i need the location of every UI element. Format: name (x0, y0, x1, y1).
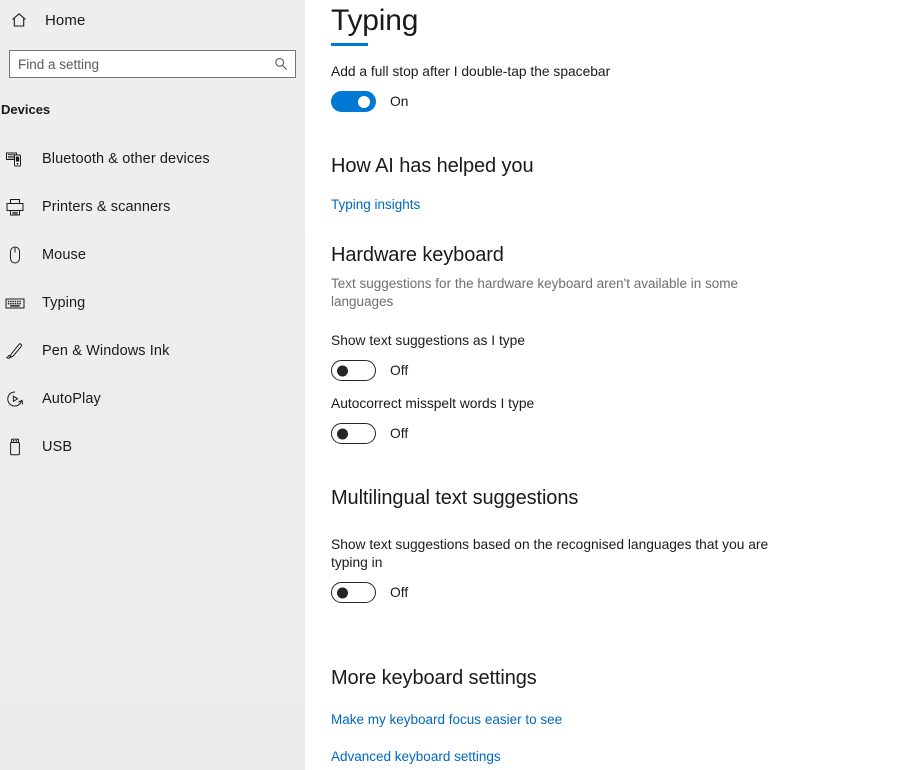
spacebar-setting-label: Add a full stop after I double-tap the s… (331, 64, 611, 79)
show-text-suggestions-state: Off (390, 363, 409, 378)
autoplay-icon (4, 388, 26, 410)
multilingual-state: Off (390, 585, 409, 600)
sidebar-item-label: AutoPlay (42, 391, 101, 407)
sidebar-item-label: Printers & scanners (42, 199, 171, 215)
sidebar-item-home[interactable]: Home (0, 5, 305, 35)
sidebar-item-label: Mouse (42, 247, 87, 263)
multilingual-heading: Multilingual text suggestions (331, 487, 579, 509)
multilingual-toggle-row: Off (331, 582, 905, 603)
toggle-knob (358, 95, 370, 108)
ai-section-heading: How AI has helped you (331, 155, 534, 177)
sidebar-item-typing[interactable]: Typing (0, 287, 305, 319)
home-icon (9, 10, 29, 30)
toggle-knob (337, 587, 348, 598)
sidebar-item-label: Bluetooth & other devices (42, 151, 210, 167)
multilingual-toggle[interactable] (331, 582, 376, 603)
more-keyboard-heading: More keyboard settings (331, 667, 537, 689)
sidebar-item-bluetooth-other-devices[interactable]: Bluetooth & other devices (0, 143, 305, 175)
keyboard-icon (4, 292, 26, 314)
toggle-knob (337, 428, 348, 439)
advanced-keyboard-settings-link[interactable]: Advanced keyboard settings (331, 749, 501, 764)
sidebar-item-label: Typing (42, 295, 86, 311)
toggle-knob (337, 365, 348, 376)
page-title: Typing (331, 4, 419, 37)
content-pane: Typing Add a full stop after I double-ta… (305, 0, 905, 770)
search-container (9, 50, 296, 78)
show-text-suggestions-label: Show text suggestions as I type (331, 333, 526, 348)
hardware-keyboard-description: Text suggestions for the hardware keyboa… (331, 276, 739, 309)
show-text-suggestions-toggle[interactable] (331, 360, 376, 381)
multilingual-setting-label: Show text suggestions based on the recog… (331, 537, 769, 570)
hardware-keyboard-heading: Hardware keyboard (331, 244, 504, 266)
sidebar-item-label: Pen & Windows Ink (42, 343, 170, 359)
search-box[interactable] (9, 50, 296, 78)
keyboard-focus-link[interactable]: Make my keyboard focus easier to see (331, 712, 562, 727)
sidebar-item-autoplay[interactable]: AutoPlay (0, 383, 305, 415)
usb-icon (4, 436, 26, 458)
sidebar: Home Devices (0, 0, 305, 770)
autocorrect-label: Autocorrect misspelt words I type (331, 396, 535, 411)
search-input[interactable] (10, 51, 295, 77)
autocorrect-toggle-row: Off (331, 423, 905, 444)
sidebar-item-usb[interactable]: USB (0, 431, 305, 463)
show-text-suggestions-toggle-row: Off (331, 360, 905, 381)
pen-icon (4, 340, 26, 362)
settings-window: Home Devices (0, 0, 905, 770)
printer-icon (4, 196, 26, 218)
sidebar-item-pen-windows-ink[interactable]: Pen & Windows Ink (0, 335, 305, 367)
sidebar-item-label: USB (42, 439, 73, 455)
mouse-icon (4, 244, 26, 266)
spacebar-setting-toggle-row: On (331, 91, 905, 112)
bluetooth-devices-icon (4, 148, 26, 170)
search-icon[interactable] (274, 57, 288, 71)
sidebar-item-printers-scanners[interactable]: Printers & scanners (0, 191, 305, 223)
typing-insights-link[interactable]: Typing insights (331, 197, 420, 212)
spacebar-setting-toggle[interactable] (331, 91, 376, 112)
autocorrect-toggle[interactable] (331, 423, 376, 444)
sidebar-item-mouse[interactable]: Mouse (0, 239, 305, 271)
sidebar-nav-list: Bluetooth & other devices Printers & sca… (0, 143, 305, 463)
spacebar-setting-state: On (390, 94, 409, 109)
sidebar-home-label: Home (45, 11, 86, 29)
autocorrect-state: Off (390, 426, 409, 441)
sidebar-group-title: Devices (1, 102, 51, 117)
